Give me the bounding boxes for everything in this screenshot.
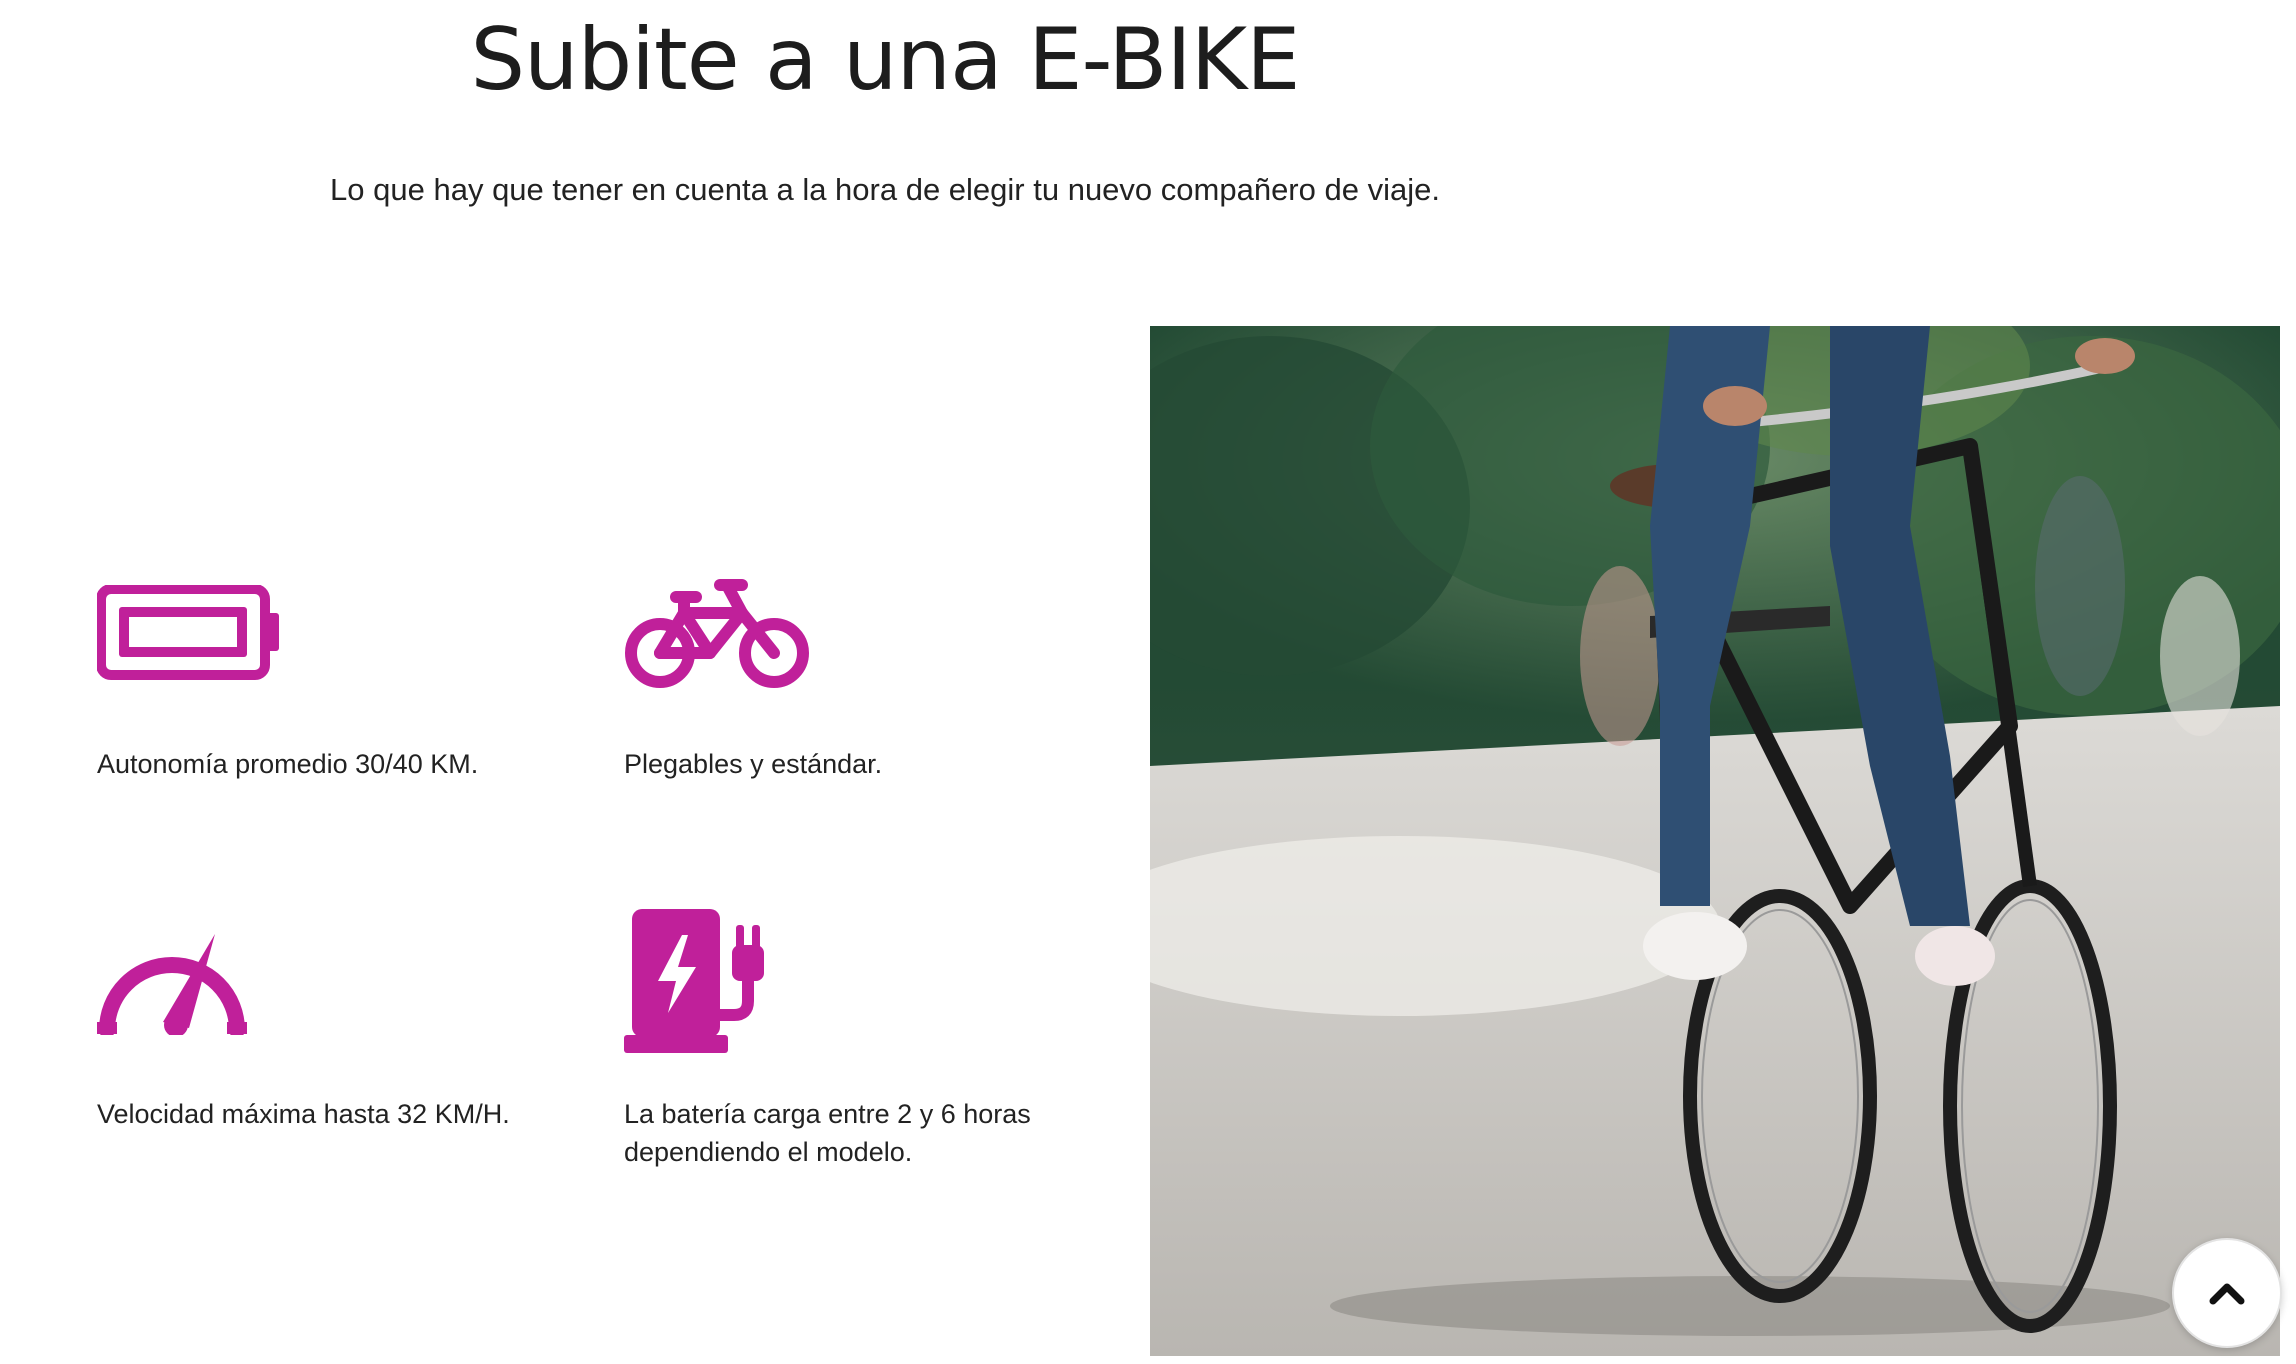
page-subtitle: Lo que hay que tener en cuenta a la hora…: [330, 172, 1440, 207]
cyclist-photo: [1150, 326, 2280, 1356]
feature-label: Velocidad máxima hasta 32 KM/H.: [97, 1099, 510, 1129]
scroll-to-top-button[interactable]: [2172, 1238, 2282, 1348]
bicycle-icon: [625, 579, 809, 688]
feature-label: Autonomía promedio 30/40 KM.: [97, 749, 479, 779]
speedometer-icon: [97, 934, 247, 1035]
battery-icon: [97, 585, 279, 680]
charging-station-icon: [624, 909, 764, 1053]
feature-label: La batería carga entre 2 y 6 horas depen…: [624, 1099, 1031, 1167]
chevron-up-icon: [2209, 1283, 2245, 1305]
feature-label: Plegables y estándar.: [624, 749, 883, 779]
page-title: Subite a una E-BIKE: [470, 10, 1300, 110]
